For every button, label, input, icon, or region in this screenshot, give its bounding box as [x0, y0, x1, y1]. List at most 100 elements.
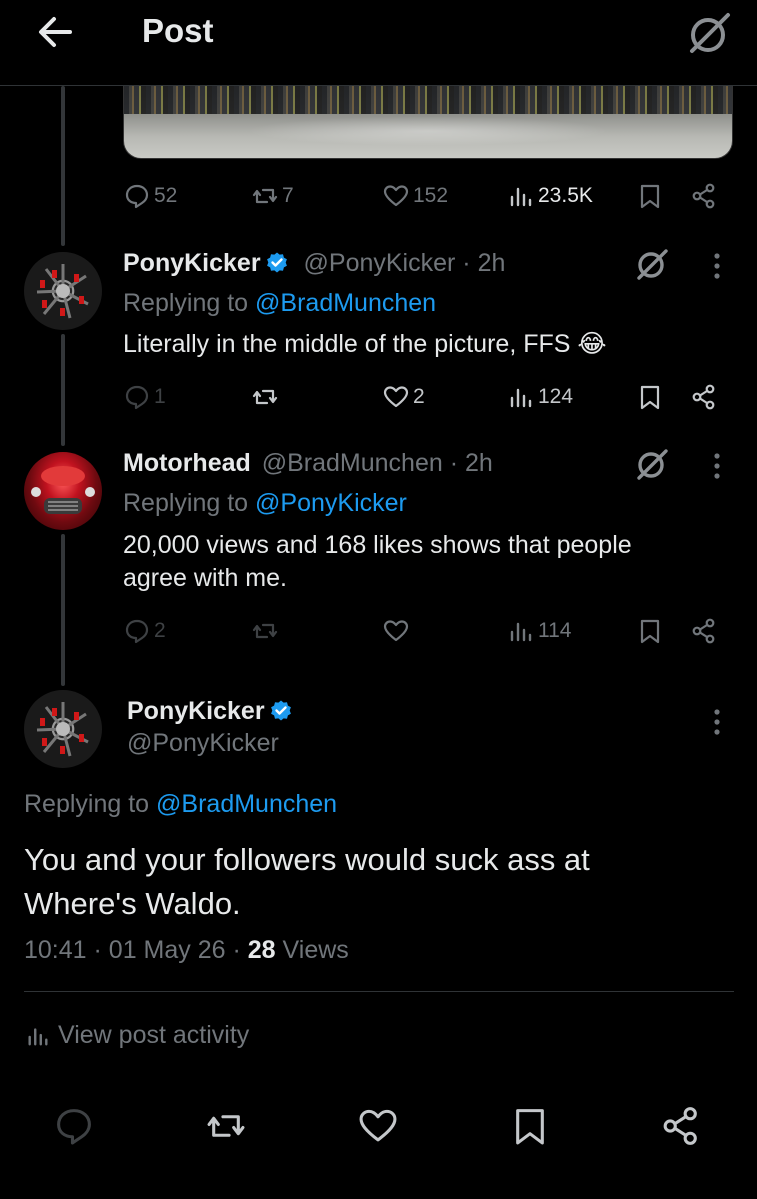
main-post-text: You and your followers would suck ass at… [24, 838, 590, 926]
avatar[interactable] [24, 452, 102, 530]
view-count: 23.5K [538, 184, 593, 207]
reply-button[interactable]: 1 [124, 384, 166, 410]
timestamp: · 2h [462, 249, 506, 277]
grok-icon [637, 449, 668, 480]
user-handle[interactable]: @PonyKicker [304, 249, 456, 277]
replying-to: Replying to @BradMunchen [123, 289, 436, 318]
reply-text: 20,000 views and 168 likes shows that pe… [123, 529, 632, 595]
reply-icon [125, 619, 149, 644]
bookmark-icon [640, 184, 660, 209]
repost-icon [207, 1115, 245, 1137]
repost-button[interactable] [252, 618, 278, 644]
like-button[interactable]: 152 [383, 183, 448, 209]
analytics-icon [510, 622, 532, 642]
grok-icon [637, 249, 668, 280]
more-options-button[interactable] [712, 252, 722, 280]
display-name[interactable]: PonyKicker [127, 697, 265, 725]
analytics-icon [510, 388, 532, 408]
repost-button[interactable]: 7 [252, 183, 294, 209]
arrow-left-icon [39, 17, 72, 47]
bookmark-button[interactable] [637, 384, 663, 410]
repost-icon [252, 623, 278, 639]
view-post-activity-label: View post activity [58, 1021, 250, 1049]
share-button[interactable] [661, 1106, 701, 1146]
more-icon [714, 709, 720, 735]
wheel-avatar-image [36, 264, 89, 319]
bookmark-button[interactable] [637, 183, 663, 209]
views-button[interactable]: 114 [508, 618, 571, 644]
repost-button[interactable] [206, 1106, 246, 1146]
reply-button[interactable]: 52 [124, 183, 177, 209]
laughing-emoji: 😂 [577, 330, 607, 358]
meta-separator: · [93, 936, 102, 964]
thread-line [61, 86, 65, 246]
like-button[interactable] [383, 618, 409, 644]
reply-button[interactable]: 2 [124, 618, 166, 644]
replying-label: Replying to [24, 790, 150, 818]
reply-icon [125, 385, 149, 410]
user-handle[interactable]: @PonyKicker [127, 729, 279, 758]
like-button[interactable]: 2 [383, 384, 425, 410]
divider [24, 991, 734, 992]
mention-link[interactable]: @BradMunchen [156, 790, 337, 818]
views-button[interactable]: 23.5K [508, 183, 593, 209]
display-name[interactable]: PonyKicker [123, 249, 261, 277]
post-time[interactable]: 10:41 [24, 936, 87, 964]
avatar[interactable] [24, 252, 102, 330]
back-button[interactable] [34, 14, 76, 50]
share-button[interactable] [691, 183, 717, 209]
bookmark-button[interactable] [510, 1106, 550, 1146]
post-body-line: You and your followers would suck ass at [24, 842, 590, 877]
share-button[interactable] [691, 384, 717, 410]
mention-link[interactable]: @BradMunchen [255, 289, 436, 317]
view-count: 114 [538, 619, 572, 642]
reply-header: Motorhead @BradMunchen · 2h [123, 449, 493, 478]
more-options-button[interactable] [712, 708, 722, 736]
replying-to: Replying to @PonyKicker [123, 489, 407, 518]
like-button[interactable] [358, 1106, 398, 1146]
replying-label: Replying to [123, 489, 249, 517]
grok-icon [690, 13, 730, 53]
thread-line [61, 334, 65, 446]
bookmark-button[interactable] [637, 618, 663, 644]
heart-icon [383, 185, 409, 207]
grok-button[interactable] [634, 246, 670, 282]
car-avatar-image [31, 466, 95, 514]
more-icon [714, 253, 720, 279]
share-icon [692, 183, 715, 209]
heart-icon [383, 386, 409, 408]
views-count: 28 [247, 936, 276, 964]
user-handle[interactable]: @BradMunchen [262, 449, 443, 477]
repost-button[interactable] [252, 384, 278, 410]
page-title: Post [142, 12, 214, 49]
heart-icon [359, 1109, 397, 1142]
more-icon [714, 453, 720, 479]
mention-link[interactable]: @PonyKicker [255, 489, 407, 517]
reply-button[interactable] [54, 1106, 94, 1146]
wheel-avatar-image [36, 702, 89, 757]
reply-count: 2 [154, 619, 166, 642]
post-body-line: Where's Waldo. [24, 886, 241, 921]
views-button[interactable]: 124 [508, 384, 573, 410]
post-date[interactable]: 01 May 26 [109, 936, 226, 964]
share-button[interactable] [691, 618, 717, 644]
grok-button[interactable] [634, 446, 670, 482]
meta-separator: · [232, 936, 241, 964]
repost-icon [252, 188, 278, 204]
analytics-icon [28, 1027, 48, 1046]
share-icon [663, 1107, 697, 1145]
views-label: Views [282, 936, 349, 964]
more-options-button[interactable] [712, 452, 722, 480]
avatar[interactable] [24, 690, 102, 768]
heart-icon [383, 620, 409, 642]
grok-button[interactable] [686, 10, 732, 56]
post-image[interactable] [123, 86, 733, 159]
view-post-activity-link[interactable]: View post activity [26, 1021, 249, 1050]
bookmark-icon [640, 385, 660, 410]
replying-label: Replying to [123, 289, 249, 317]
reply-icon [125, 184, 149, 209]
display-name[interactable]: Motorhead [123, 449, 251, 477]
timestamp: · 2h [449, 449, 493, 477]
reply-count: 52 [154, 184, 178, 207]
reply-body-line: agree with me. [123, 564, 287, 592]
